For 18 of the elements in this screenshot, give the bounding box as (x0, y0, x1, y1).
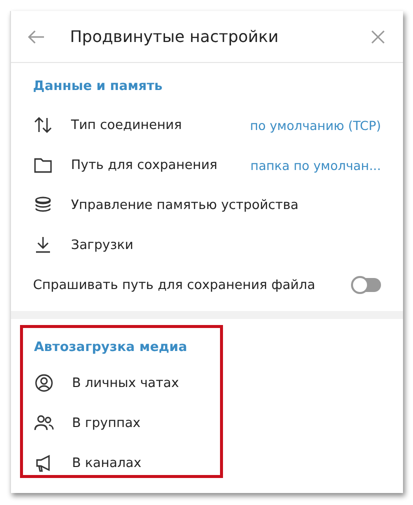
toggle-row[interactable]: Спрашивать путь для сохранения файла (11, 265, 403, 305)
section-title: Данные и память (32, 78, 164, 96)
settings-item[interactable]: В личных чатах (23, 363, 220, 403)
settings-item[interactable]: Путь для сохранения папка по умолчан... (11, 145, 403, 185)
setting-value: по умолчанию (TCP) (250, 118, 381, 132)
settings-item[interactable]: Загрузки (11, 225, 403, 265)
settings-item[interactable]: В группах (23, 403, 220, 443)
person-icon (34, 373, 54, 393)
toggle-switch[interactable] (352, 278, 381, 292)
window-title: Продвинутые настройки (70, 27, 280, 46)
settings-item[interactable]: Тип соединения по умолчанию (TCP) (11, 105, 403, 145)
setting-value: папка по умолчан... (250, 158, 381, 172)
group-icon (34, 413, 54, 433)
download-icon (33, 235, 53, 255)
section-title: Автозагрузка медиа (33, 339, 188, 357)
settings-item[interactable]: Управление памятью устройства (11, 185, 403, 225)
settings-item[interactable]: В каналах (23, 443, 220, 483)
arrows-icon (33, 115, 53, 135)
